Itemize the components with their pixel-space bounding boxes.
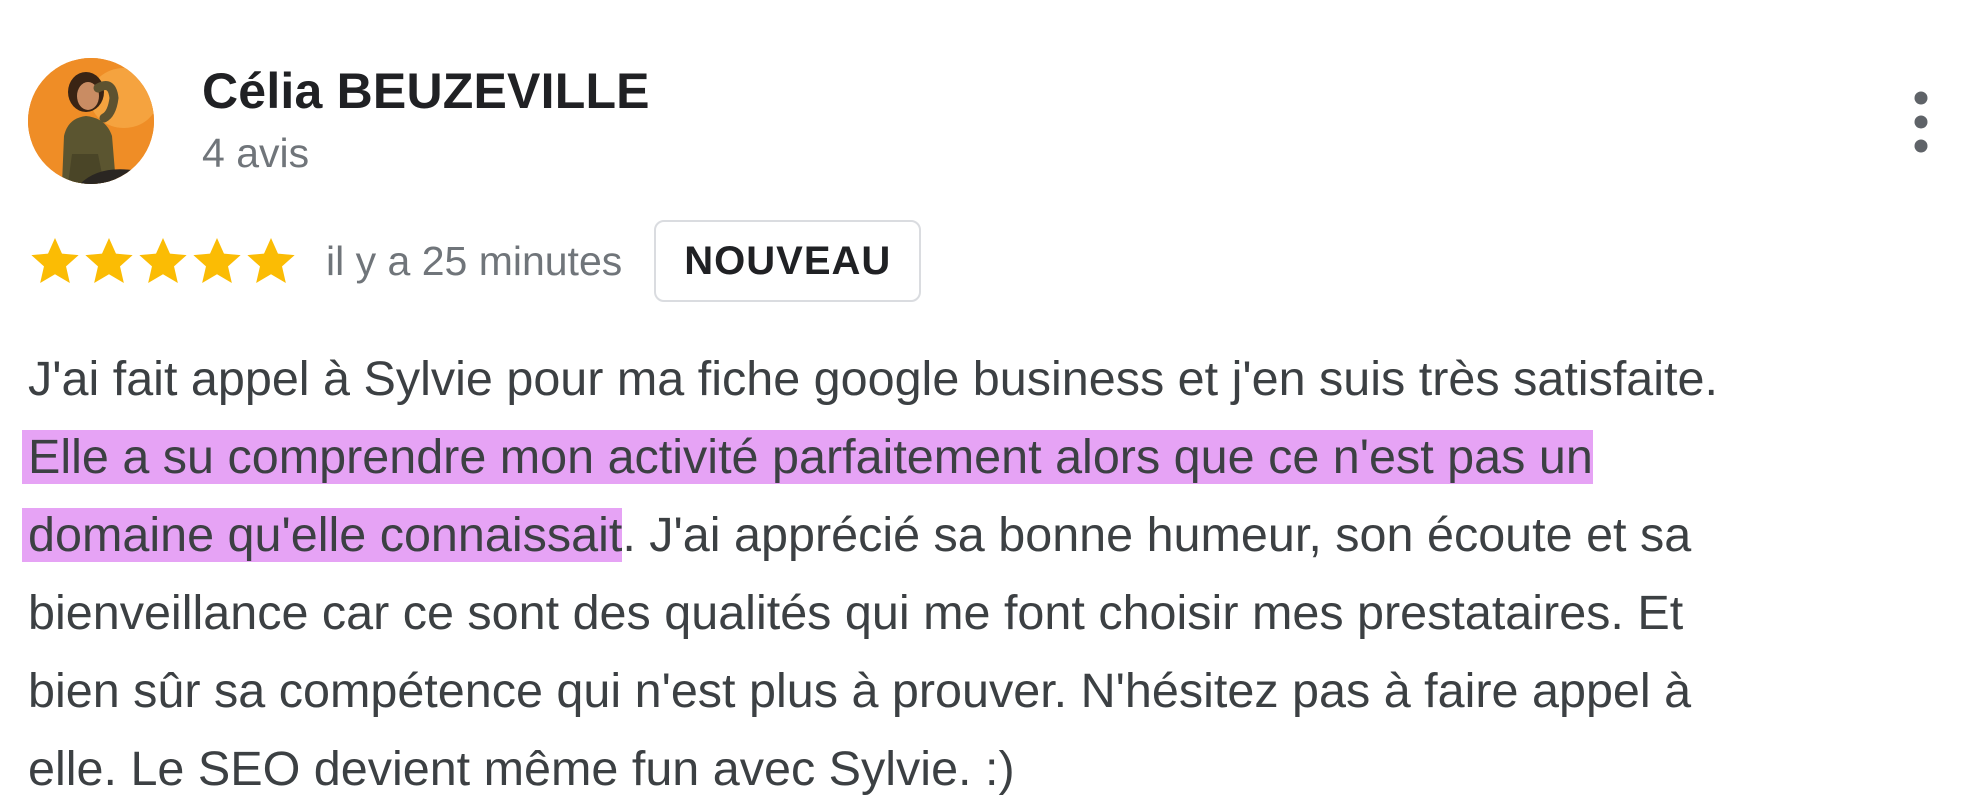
avatar[interactable] bbox=[28, 58, 154, 184]
rating-row: il y a 25 minutes NOUVEAU bbox=[28, 218, 922, 304]
star-icon bbox=[31, 238, 79, 284]
star-rating bbox=[28, 218, 298, 304]
review-text-line: bienveillance car ce sont des qualités q… bbox=[28, 574, 1968, 652]
review-text-line: bien sûr sa compétence qui n'est plus à … bbox=[28, 652, 1968, 730]
more-vertical-icon bbox=[1914, 91, 1928, 153]
avatar-photo bbox=[28, 58, 154, 184]
more-options-button[interactable] bbox=[1896, 82, 1946, 162]
review-text-segment: . J'ai apprécié sa bonne humeur, son éco… bbox=[622, 508, 1692, 562]
new-badge: NOUVEAU bbox=[654, 220, 922, 302]
review-text-segment: elle. Le SEO devient même fun avec Sylvi… bbox=[28, 742, 1015, 796]
review-text-line: domaine qu'elle connaissait. J'ai appréc… bbox=[22, 496, 1968, 574]
review-text-line: elle. Le SEO devient même fun avec Sylvi… bbox=[28, 730, 1968, 808]
star-icon bbox=[247, 238, 295, 284]
review-text-segment: bien sûr sa compétence qui n'est plus à … bbox=[28, 664, 1692, 718]
star-icon bbox=[193, 238, 241, 284]
review-text-segment: bienveillance car ce sont des qualités q… bbox=[28, 586, 1684, 640]
review-text-line: Elle a su comprendre mon activité parfai… bbox=[22, 418, 1968, 496]
star-icon bbox=[85, 238, 133, 284]
review-text: J'ai fait appel à Sylvie pour ma fiche g… bbox=[22, 340, 1968, 808]
review-text-segment: J'ai fait appel à Sylvie pour ma fiche g… bbox=[28, 352, 1718, 406]
review-text-line: J'ai fait appel à Sylvie pour ma fiche g… bbox=[28, 340, 1968, 418]
highlighted-text: domaine qu'elle connaissait bbox=[22, 508, 623, 562]
author-name[interactable]: Célia BEUZEVILLE bbox=[202, 62, 650, 120]
highlighted-text: Elle a su comprendre mon activité parfai… bbox=[22, 430, 1593, 484]
review-card: Célia BEUZEVILLE 4 avis il y a 25 minute… bbox=[0, 0, 1980, 800]
star-icon bbox=[139, 238, 187, 284]
author-review-count[interactable]: 4 avis bbox=[202, 130, 309, 177]
review-timestamp: il y a 25 minutes bbox=[326, 237, 623, 284]
